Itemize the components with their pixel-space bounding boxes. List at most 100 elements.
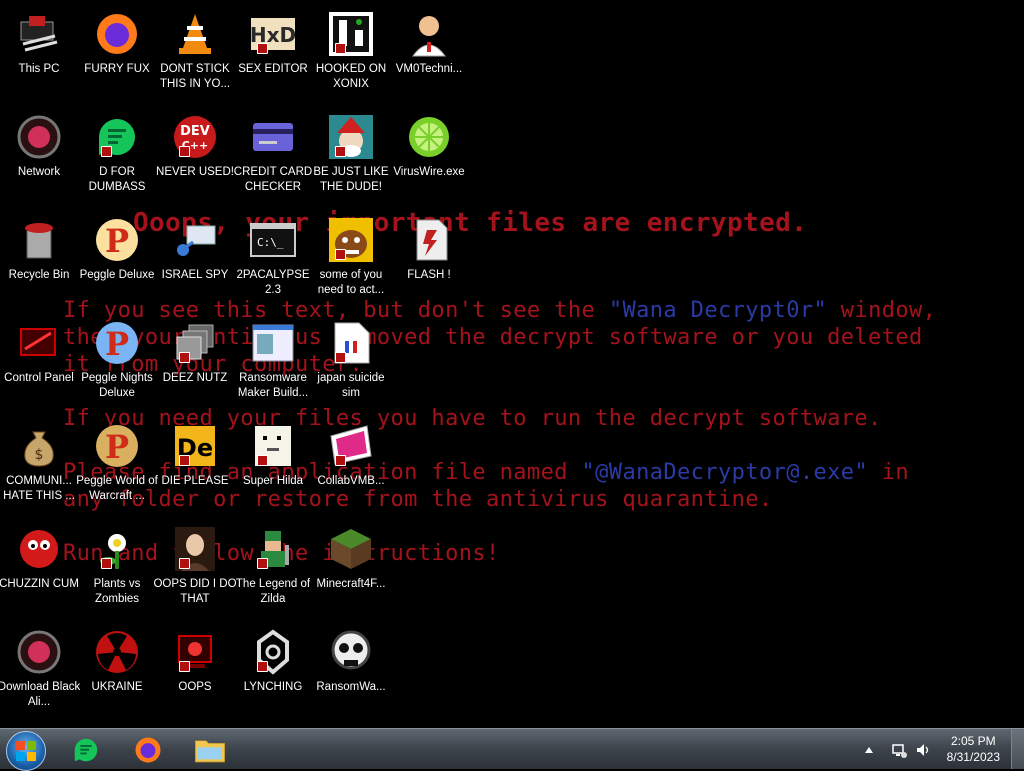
chuzzin-icon[interactable]: CHUZZIN CUM <box>0 519 79 619</box>
ukraine-icon[interactable]: UKRAINE <box>78 622 156 722</box>
money-bag-icon: $ <box>15 422 63 470</box>
network-icon[interactable]: Network <box>0 107 78 207</box>
firefox-icon <box>135 737 161 763</box>
minecraft-icon[interactable]: Minecraft4F... <box>312 519 390 619</box>
network-tray-icon <box>892 744 907 758</box>
super-hilda-icon[interactable]: Super Hilda <box>234 416 312 516</box>
taskbar-explorer-button[interactable] <box>182 732 238 768</box>
start-button[interactable] <box>6 731 46 771</box>
die-please-icon[interactable]: De DIE PLEASE <box>156 416 234 516</box>
svg-text:P: P <box>105 222 129 260</box>
taskbar-firefox-button[interactable] <box>120 732 176 768</box>
lime-icon <box>405 113 453 161</box>
chat-bubble-icon <box>74 738 98 762</box>
skull-icon <box>327 628 375 676</box>
communi-icon[interactable]: $ COMMUNI... HATE THIS ... <box>0 416 78 516</box>
flash-file-icon <box>405 216 453 264</box>
deez-nutz-icon[interactable]: DEEZ NUTZ <box>156 313 234 413</box>
cartoon-dog-icon <box>327 216 375 264</box>
show-desktop-button[interactable] <box>1011 729 1024 769</box>
rope-icon <box>249 628 297 676</box>
die-logo-icon: De <box>171 422 219 470</box>
windows-logo-icon <box>16 741 36 761</box>
clock-time: 2:05 PM <box>950 734 996 748</box>
viruswire-icon[interactable]: VirusWire.exe <box>390 107 468 207</box>
some-of-you-icon[interactable]: some of you need to act... <box>312 210 390 310</box>
this-pc-icon[interactable]: This PC <box>0 4 78 104</box>
recycle-bin-icon[interactable]: Recycle Bin <box>0 210 78 310</box>
svg-text:$: $ <box>35 447 44 463</box>
ransomware-maker-icon[interactable]: Ransomware Maker Build... <box>234 313 312 413</box>
japan-suicide-sim-icon[interactable]: japan suicide sim <box>312 313 390 413</box>
pixel-hero-icon <box>249 525 297 573</box>
chat-bubble-icon <box>93 113 141 161</box>
terminal-icon: C:\_ <box>249 216 297 264</box>
red-orb-icon <box>15 628 63 676</box>
taskbar: 2:05 PM 8/31/2023 <box>0 728 1024 771</box>
hooked-on-xonix-icon[interactable]: HOOKED ON XONIX <box>312 4 390 104</box>
never-used-icon[interactable]: DEV C++ NEVER USED! <box>156 107 234 207</box>
show-hidden-icons-button[interactable] <box>862 732 876 768</box>
peggle-p-icon: P <box>93 319 141 367</box>
taskbar-chat-app-button[interactable] <box>58 732 114 768</box>
furry-fux-icon[interactable]: FURRY FUX <box>78 4 156 104</box>
download-icon[interactable]: Download Black Ali... <box>0 622 80 722</box>
red-orb-icon <box>15 113 63 161</box>
peggle-wow-icon[interactable]: P Peggle World of Warcraft ... <box>76 416 158 516</box>
network-tray-button[interactable] <box>888 732 910 768</box>
radiation-icon <box>93 628 141 676</box>
hxd-icon: HxD <box>249 10 297 58</box>
oops-did-i-icon[interactable]: OOPS DID I DO THAT <box>153 519 237 619</box>
be-just-like-the-dude-icon[interactable]: BE JUST LIKE THE DUDE! <box>312 107 390 207</box>
2pacalypse-icon[interactable]: C:\_ 2PACALYPSE 2.3 <box>234 210 312 310</box>
pixel-character-icon <box>249 422 297 470</box>
svg-text:DEV: DEV <box>180 124 210 139</box>
chevron-up-icon <box>865 747 873 753</box>
network-drive-icon <box>171 216 219 264</box>
elf-portrait-icon <box>327 113 375 161</box>
d-for-dumbass-icon[interactable]: D FOR DUMBASS <box>78 107 156 207</box>
monitor-skull-icon <box>171 628 219 676</box>
control-panel-icon[interactable]: Control Panel <box>0 313 78 413</box>
speaker-icon <box>917 744 929 756</box>
computer-icon <box>15 10 63 58</box>
peggle-nights-icon[interactable]: P Peggle Nights Deluxe <box>78 313 156 413</box>
credit-card-checker-icon[interactable]: CREDIT CARD CHECKER <box>234 107 312 207</box>
dev-cpp-icon: DEV C++ <box>171 113 219 161</box>
peggle-p-icon: P <box>93 422 141 470</box>
flower-icon <box>93 525 141 573</box>
svg-text:C:\_: C:\_ <box>257 236 284 249</box>
chuzzle-icon <box>15 525 63 573</box>
firefox-icon <box>93 10 141 58</box>
vlc-cone-icon <box>171 10 219 58</box>
clock-date: 8/31/2023 <box>946 750 1000 764</box>
legend-of-zilda-icon[interactable]: The Legend of Zilda <box>234 519 312 619</box>
oops-icon[interactable]: OOPS <box>156 622 234 722</box>
israel-spy-icon[interactable]: ISRAEL SPY <box>156 210 234 310</box>
monitor-pink-icon <box>327 422 375 470</box>
collabvm-icon[interactable]: CollabVMB... <box>312 416 390 516</box>
xonix-icon <box>327 10 375 58</box>
grass-block-icon <box>327 525 375 573</box>
dont-stick-icon[interactable]: DONT STICK THIS IN YO... <box>156 4 234 104</box>
flash-icon[interactable]: FLASH ! <box>390 210 468 310</box>
vm0techni-icon[interactable]: VM0Techni... <box>390 4 468 104</box>
doctor-icon <box>405 10 453 58</box>
app-window-icon <box>249 319 297 367</box>
ransomware-icon[interactable]: RansomWa... <box>312 622 390 722</box>
portrait-icon <box>171 525 219 573</box>
control-panel-graphic-icon <box>15 319 63 367</box>
sex-editor-icon[interactable]: HxD SEX EDITOR <box>234 4 312 104</box>
svg-text:P: P <box>105 428 129 466</box>
stacked-windows-icon <box>171 319 219 367</box>
plants-vs-zombies-icon[interactable]: Plants vs Zombies <box>78 519 156 619</box>
volume-tray-button[interactable] <box>912 732 934 768</box>
peggle-p-icon: P <box>93 216 141 264</box>
folder-icon <box>195 740 225 763</box>
document-icon <box>327 319 375 367</box>
credit-card-icon <box>249 113 297 161</box>
svg-text:P: P <box>105 325 129 363</box>
lynching-icon[interactable]: LYNCHING <box>234 622 312 722</box>
peggle-deluxe-icon[interactable]: P Peggle Deluxe <box>78 210 156 310</box>
system-clock[interactable]: 2:05 PM 8/31/2023 <box>947 733 1000 765</box>
